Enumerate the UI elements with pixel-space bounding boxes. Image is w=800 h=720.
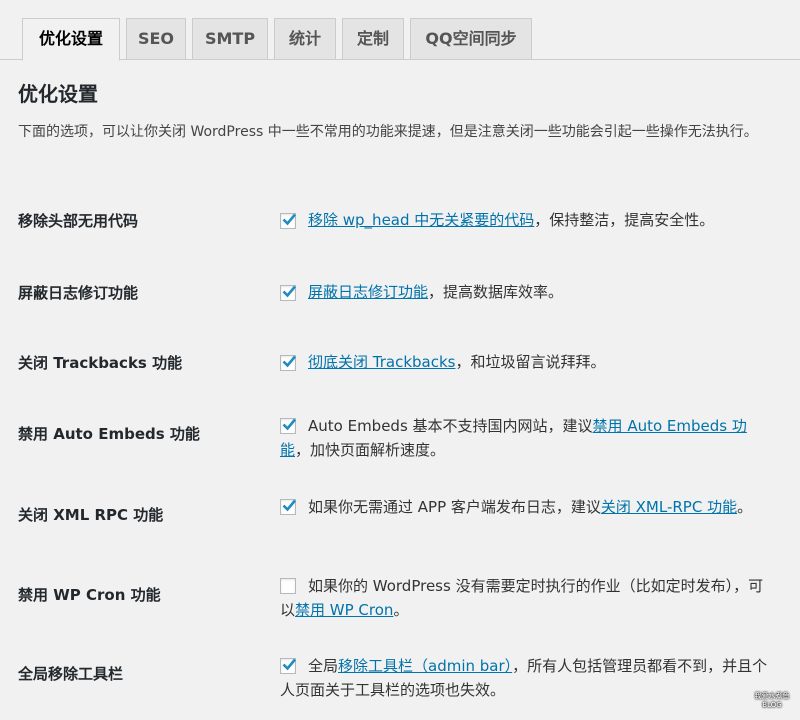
settings-tabs: 优化设置 SEO SMTP 统计 定制 QQ空间同步 (0, 0, 800, 61)
tab-qzone-sync[interactable]: QQ空间同步 (410, 18, 532, 60)
watermark-line: BLOG (762, 701, 782, 709)
option-desc-remove-admin-bar: 全局移除工具栏（admin bar），所有人包括管理员都看不到，并且个人页面关于… (280, 654, 770, 702)
option-desc-text: ，和垃圾留言说拜拜。 (455, 353, 606, 371)
tab-optimization[interactable]: 优化设置 (22, 18, 120, 61)
tab-seo[interactable]: SEO (126, 18, 186, 60)
option-desc-disable-wp-cron: 如果你的 WordPress 没有需要定时执行的作业（比如定时发布），可以禁用 … (280, 574, 770, 622)
option-desc-disable-trackbacks: 彻底关闭 Trackbacks，和垃圾留言说拜拜。 (280, 350, 770, 374)
option-desc-text: 如果你无需通过 APP 客户端发布日志，建议 (308, 498, 601, 516)
option-label-disable-auto-embeds: 禁用 Auto Embeds 功能 (18, 425, 200, 443)
option-desc-text: Auto Embeds 基本不支持国内网站，建议 (308, 417, 593, 435)
watermark-line: 我爱水煮鱼 (754, 692, 790, 700)
option-desc-text: ，保持整洁，提高安全性。 (534, 211, 715, 229)
option-link-disable-wp-cron[interactable]: 禁用 WP Cron (295, 601, 393, 619)
option-link-disable-trackbacks[interactable]: 彻底关闭 Trackbacks (308, 353, 455, 371)
option-desc-remove-head: 移除 wp_head 中无关紧要的代码，保持整洁，提高安全性。 (280, 208, 770, 232)
option-label-disable-wp-cron: 禁用 WP Cron 功能 (18, 586, 161, 604)
option-desc-text: ，加快页面解析速度。 (295, 441, 446, 459)
option-desc-text: ，提高数据库效率。 (428, 283, 564, 301)
tab-customize[interactable]: 定制 (342, 18, 404, 60)
option-link-remove-admin-bar[interactable]: 移除工具栏（admin bar） (338, 657, 512, 675)
tab-statistics[interactable]: 统计 (274, 18, 336, 60)
option-link-disable-xmlrpc[interactable]: 关闭 XML-RPC 功能 (601, 498, 737, 516)
blog-watermark: 我爱水煮鱼 BLOG (752, 692, 792, 714)
option-desc-disable-xmlrpc: 如果你无需通过 APP 客户端发布日志，建议关闭 XML-RPC 功能。 (280, 495, 770, 519)
option-label-remove-head: 移除头部无用代码 (18, 212, 139, 230)
option-label-disable-trackbacks: 关闭 Trackbacks 功能 (18, 354, 183, 372)
option-desc-text: 。 (393, 601, 409, 619)
option-desc-disable-auto-embeds: Auto Embeds 基本不支持国内网站，建议禁用 Auto Embeds 功… (280, 414, 770, 462)
option-link-disable-revisions[interactable]: 屏蔽日志修订功能 (308, 283, 428, 301)
option-link-remove-head[interactable]: 移除 wp_head 中无关紧要的代码 (308, 211, 534, 229)
option-label-disable-xmlrpc: 关闭 XML RPC 功能 (18, 506, 164, 524)
option-label-remove-admin-bar: 全局移除工具栏 (18, 665, 124, 683)
tab-smtp[interactable]: SMTP (192, 18, 268, 60)
option-label-disable-revisions: 屏蔽日志修订功能 (18, 284, 139, 302)
section-intro: 下面的选项，可以让你关闭 WordPress 中一些不常用的功能来提速，但是注意… (18, 124, 758, 140)
option-desc-text: 。 (737, 498, 753, 516)
option-desc-text: 全局 (308, 657, 339, 675)
option-desc-disable-revisions: 屏蔽日志修订功能，提高数据库效率。 (280, 280, 770, 304)
section-title: 优化设置 (18, 82, 98, 106)
